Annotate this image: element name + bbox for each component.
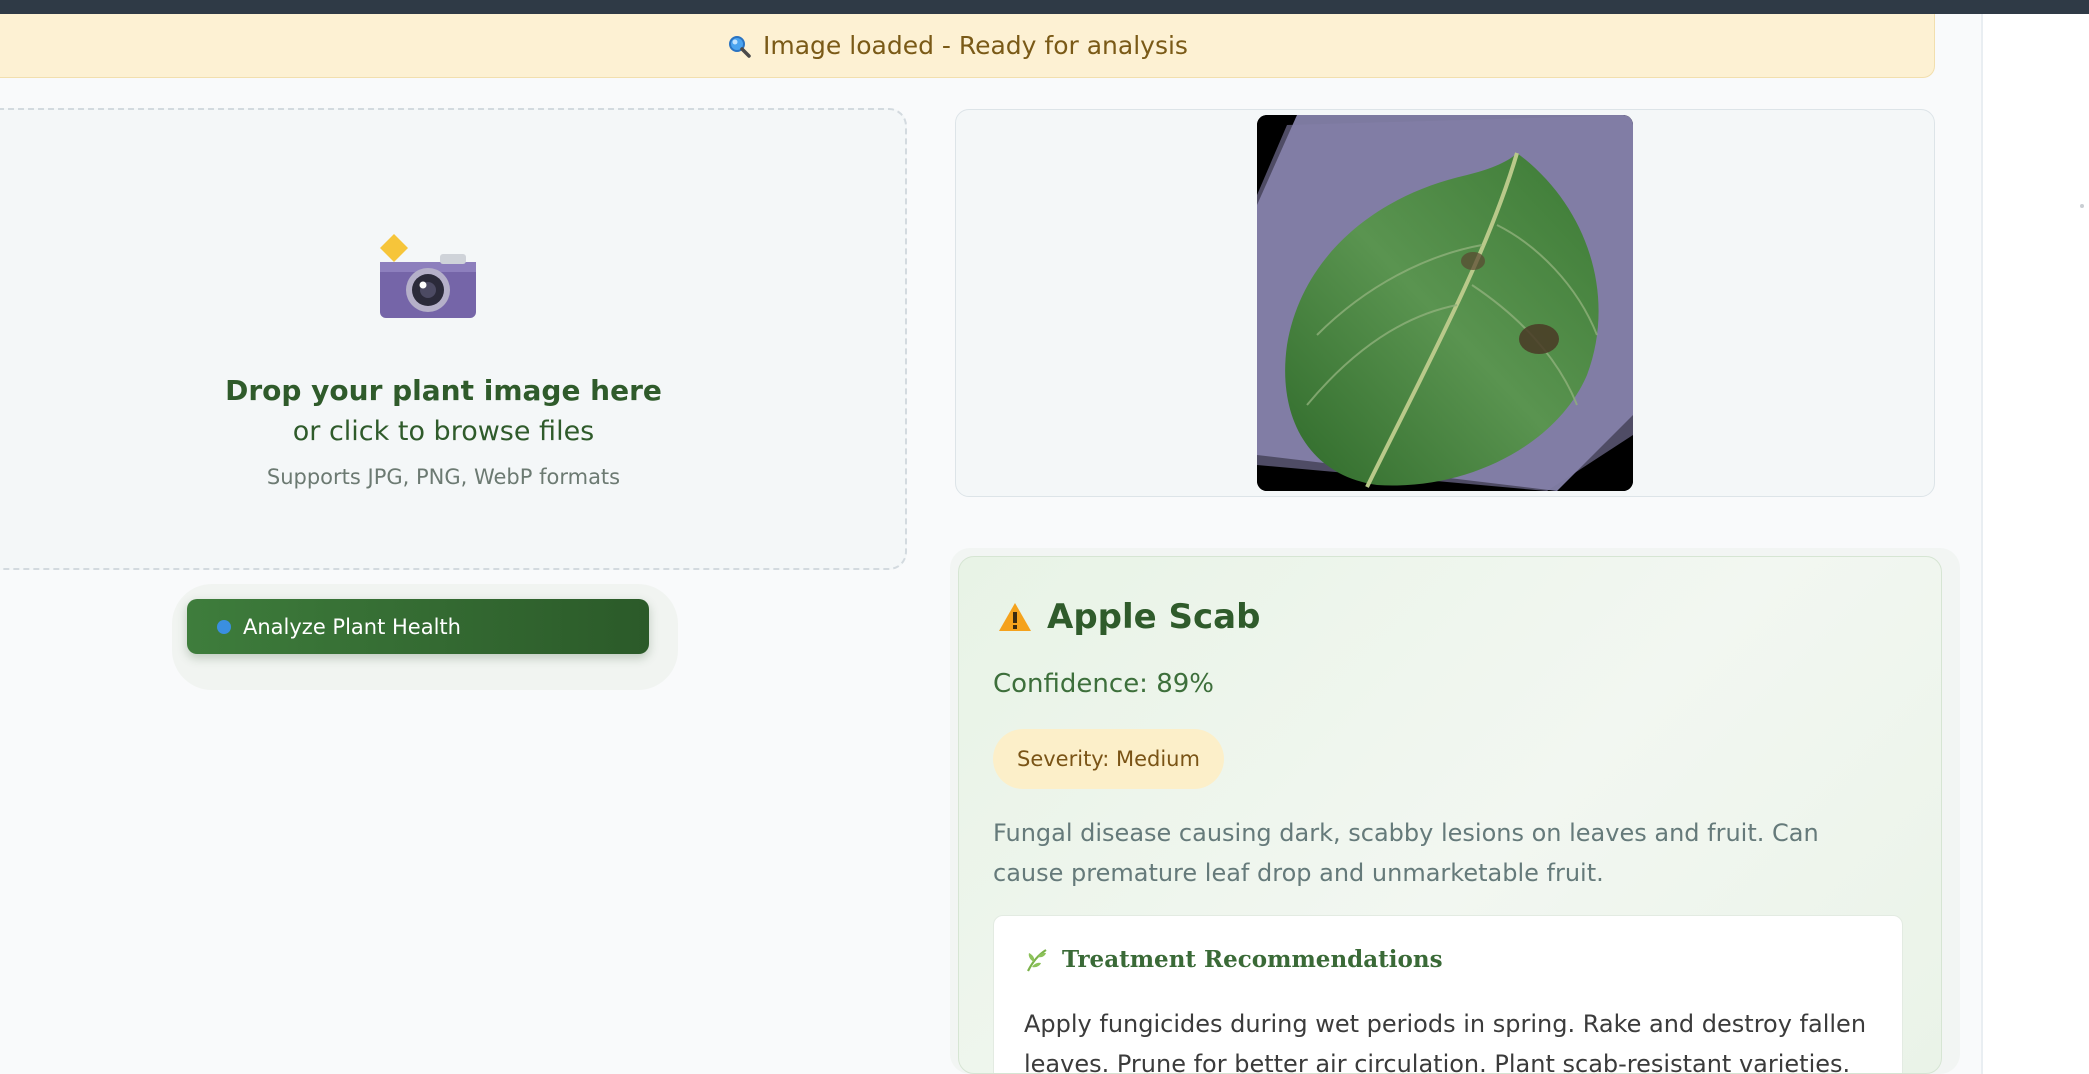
herb-icon <box>1027 948 1047 971</box>
image-drop-zone[interactable]: Drop your plant image here or click to b… <box>0 108 907 570</box>
status-banner: Image loaded - Ready for analysis <box>0 14 1935 78</box>
right-gutter <box>1983 14 2089 1074</box>
analyze-button[interactable]: Analyze Plant Health <box>187 599 649 654</box>
status-text: Image loaded - Ready for analysis <box>763 31 1188 60</box>
treatment-text: Apply fungicides during wet periods in s… <box>1024 1010 1867 1074</box>
image-preview-card <box>955 109 1935 497</box>
treatment-header: Treatment Recommendations <box>1024 946 1443 973</box>
window-top-bar <box>0 0 2089 14</box>
magnifier-icon <box>217 619 231 634</box>
warning-icon <box>999 603 1031 631</box>
diagnosis-title: Apple Scab <box>1047 597 1261 637</box>
camera-icon <box>380 234 476 318</box>
diagnosis-description: Fungal disease causing dark, scabby lesi… <box>993 819 1819 887</box>
confidence-score: Confidence: 89% <box>993 669 1214 699</box>
uploaded-leaf-image <box>1257 115 1633 491</box>
analyze-button-label: Analyze Plant Health <box>243 614 461 639</box>
magnifier-icon <box>729 35 751 58</box>
diagnosis-card: Apple Scab Confidence: 89% Severity: Med… <box>958 556 1942 1074</box>
supported-formats: Supports JPG, PNG, WebP formats <box>266 465 621 489</box>
diagnosis-header: Apple Scab <box>997 597 1260 637</box>
scroll-indicator-dot <box>2080 204 2084 208</box>
treatment-title: Treatment Recommendations <box>1062 946 1443 973</box>
severity-badge: Severity: Medium <box>993 729 1224 789</box>
treatment-card: Treatment Recommendations Apply fungicid… <box>993 915 1903 1074</box>
page: Image loaded - Ready for analysis Drop y… <box>0 0 2089 1074</box>
drop-subtitle: or click to browse files <box>292 416 595 447</box>
drop-title: Drop your plant image here <box>225 374 662 407</box>
